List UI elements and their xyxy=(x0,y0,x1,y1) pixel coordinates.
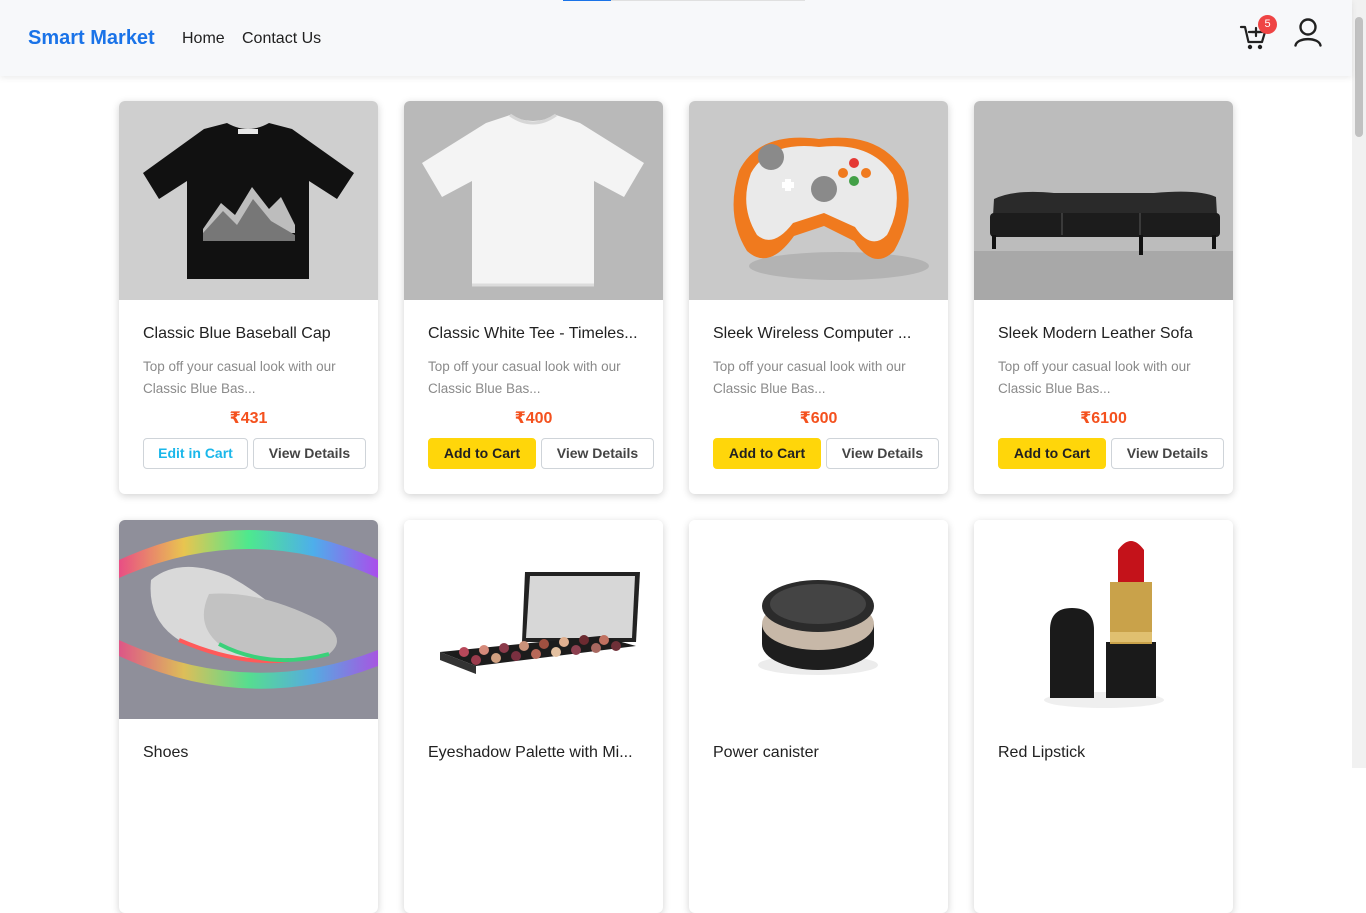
product-title[interactable]: Classic Blue Baseball Cap xyxy=(143,325,355,343)
product-price: ₹431 xyxy=(229,410,268,427)
product-card[interactable]: Classic White Tee - Timeles... Top off y… xyxy=(404,101,663,494)
product-image[interactable] xyxy=(119,520,378,719)
add-to-cart-button[interactable]: Add to Cart xyxy=(998,438,1106,469)
product-image[interactable] xyxy=(119,101,378,300)
view-details-button[interactable]: View Details xyxy=(1111,438,1224,469)
user-account-button[interactable] xyxy=(1293,17,1323,47)
page-scrollbar[interactable] xyxy=(1352,0,1366,768)
product-price: ₹400 xyxy=(514,410,553,427)
product-image[interactable] xyxy=(689,101,948,300)
page-loading-bar-fill xyxy=(563,0,612,1)
product-image[interactable] xyxy=(974,101,1233,300)
user-icon xyxy=(1294,18,1322,47)
product-card[interactable]: Power canister xyxy=(689,520,948,913)
nav-link-contact[interactable]: Contact Us xyxy=(242,30,321,48)
product-image[interactable] xyxy=(404,101,663,300)
cart-count-badge: 5 xyxy=(1258,15,1277,34)
product-card[interactable]: Classic Blue Baseball Cap Top off your c… xyxy=(119,101,378,494)
product-title[interactable]: Classic White Tee - Timeles... xyxy=(428,325,640,343)
edit-in-cart-button[interactable]: Edit in Cart xyxy=(143,438,248,469)
product-price: ₹600 xyxy=(799,410,838,427)
product-card[interactable]: Eyeshadow Palette with Mi... xyxy=(404,520,663,913)
product-description: Top off your casual look with our Classi… xyxy=(998,359,1191,396)
product-title[interactable]: Red Lipstick xyxy=(998,744,1210,762)
add-to-cart-button[interactable]: Add to Cart xyxy=(713,438,821,469)
product-title[interactable]: Sleek Wireless Computer ... xyxy=(713,325,925,343)
page-loading-bar xyxy=(563,0,805,1)
product-card[interactable]: Sleek Modern Leather Sofa Top off your c… xyxy=(974,101,1233,494)
product-image[interactable] xyxy=(404,520,663,719)
brand-logo[interactable]: Smart Market xyxy=(28,27,155,50)
add-to-cart-button[interactable]: Add to Cart xyxy=(428,438,536,469)
product-title[interactable]: Eyeshadow Palette with Mi... xyxy=(428,744,640,762)
view-details-button[interactable]: View Details xyxy=(253,438,366,469)
product-image[interactable] xyxy=(974,520,1233,719)
product-card[interactable]: Sleek Wireless Computer ... Top off your… xyxy=(689,101,948,494)
product-description: Top off your casual look with our Classi… xyxy=(143,359,336,396)
product-description: Top off your casual look with our Classi… xyxy=(713,359,906,396)
product-title[interactable]: Power canister xyxy=(713,744,925,762)
navbar: Smart Market Home Contact Us 5 xyxy=(0,0,1352,76)
product-title[interactable]: Sleek Modern Leather Sofa xyxy=(998,325,1210,343)
scrollbar-thumb[interactable] xyxy=(1355,17,1363,137)
product-card[interactable]: Shoes xyxy=(119,520,378,913)
product-description: Top off your casual look with our Classi… xyxy=(428,359,621,396)
product-card[interactable]: Red Lipstick xyxy=(974,520,1233,913)
view-details-button[interactable]: View Details xyxy=(541,438,654,469)
product-image[interactable] xyxy=(689,520,948,719)
nav-link-home[interactable]: Home xyxy=(182,30,225,48)
product-price: ₹6100 xyxy=(1080,410,1127,427)
product-title[interactable]: Shoes xyxy=(143,744,355,762)
view-details-button[interactable]: View Details xyxy=(826,438,939,469)
